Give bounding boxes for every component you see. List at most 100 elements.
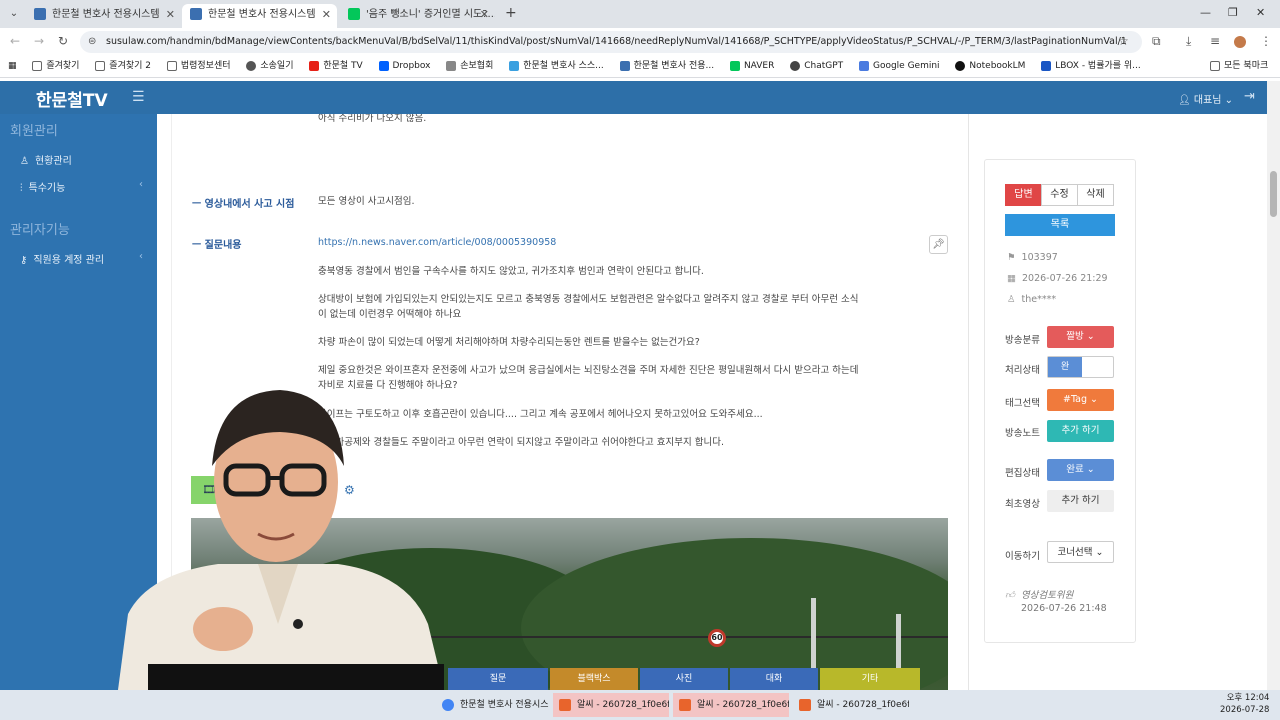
status-toggle[interactable]: 완 (1047, 356, 1114, 378)
post-id-value: 103397 (1021, 252, 1058, 263)
reviewer-name: 영상검토위원 (1020, 590, 1074, 601)
answer-button[interactable]: 답변 (1005, 184, 1042, 206)
bookmark-item[interactable]: 즐겨찾기 (32, 56, 79, 76)
browser-tab-1[interactable]: 한문철 변호사 전용시스템 ✕ (26, 4, 181, 28)
chrome-icon (442, 699, 454, 711)
bookmark-item[interactable]: 한문철 변호사 스스... (509, 56, 604, 76)
close-tab-icon[interactable]: ✕ (322, 4, 331, 26)
bookmark-label: 한문철 변호사 스스... (523, 61, 604, 71)
broadcast-note-button[interactable]: 추가 하기 (1047, 420, 1114, 442)
bookmark-item[interactable]: 손보협회 (446, 56, 493, 76)
apps-grid-icon[interactable]: ▦ (8, 56, 17, 76)
bookmark-label: Google Gemini (872, 61, 940, 71)
restore-icon[interactable]: ❐ (1228, 6, 1238, 19)
menu-toggle-icon[interactable]: ☰ (132, 89, 145, 105)
video-tab[interactable]: 질문 (448, 668, 548, 690)
taskbar-item[interactable]: 알씨 - 260728_1f0e6fe5- (673, 693, 789, 717)
post-action-panel: 답변 수정 삭제 목록 ⚑ 103397 ▦ 2026-07-26 21:29 ♙ t… (984, 159, 1136, 643)
bookmark-item[interactable]: 한문철 변호사 전용... (619, 56, 714, 76)
list-button[interactable]: 목록 (1005, 214, 1115, 236)
bookmark-item[interactable]: Dropbox (378, 56, 430, 76)
bookmark-item[interactable]: NotebookLM (955, 56, 1025, 76)
delete-button[interactable]: 삭제 (1077, 184, 1114, 206)
chatgpt-icon (790, 60, 801, 71)
tab-search-icon[interactable]: ⌄ (6, 6, 22, 22)
post-text: 아직 수리비가 나오지 않음. (318, 114, 427, 124)
app-logo[interactable]: 한문철TV (36, 86, 108, 111)
post-date: ▦ 2026-07-26 21:29 (1007, 273, 1108, 284)
bookmark-item[interactable]: NAVER (729, 56, 774, 76)
site-info-icon[interactable]: ⊜ (88, 31, 96, 53)
bookmark-label: 법령정보센터 (180, 61, 231, 71)
more-menu-icon[interactable]: ⋮ (1260, 34, 1272, 48)
user-menu[interactable]: 👤︎ 대표님 ⌄ (1178, 91, 1233, 106)
browser-tab-2[interactable]: 한문철 변호사 전용시스템 ✕ (182, 4, 337, 28)
sidebar-item-special[interactable]: ⫶ 특수기능 (20, 179, 65, 194)
scroll-thumb[interactable] (1270, 171, 1277, 217)
reviewer: 👍︎ 영상검토위원 (1005, 587, 1073, 601)
all-bookmarks[interactable]: 모든 북마크 (1210, 56, 1268, 76)
bookmark-item[interactable]: 소송일기 (246, 56, 293, 76)
lbox-icon (1041, 60, 1052, 71)
user-icon: 👤︎ (1178, 95, 1194, 106)
video-tab[interactable]: 블랙박스 (550, 668, 638, 690)
close-tab-icon[interactable]: ✕ (166, 4, 175, 26)
bookmark-item[interactable]: 즐겨찾기 2 (95, 56, 151, 76)
bookmark-item[interactable]: ChatGPT (790, 56, 843, 76)
logout-icon[interactable]: ⇥ (1244, 89, 1255, 104)
bookmark-item[interactable]: Google Gemini (858, 56, 940, 76)
tag-dropdown[interactable]: #Tag ⌄ (1047, 389, 1114, 411)
edit-button[interactable]: 수정 (1041, 184, 1078, 206)
first-video-button[interactable]: 추가 하기 (1047, 490, 1114, 512)
system-clock[interactable]: 오후 12:04 2026-07-28 (1220, 692, 1269, 716)
reload-icon[interactable]: ↻ (58, 34, 68, 48)
reading-list-icon[interactable]: ≡ (1210, 34, 1220, 48)
site-icon (509, 60, 520, 71)
new-tab-button[interactable]: + (505, 5, 517, 21)
folder-icon (166, 60, 177, 71)
review-date: 2026-07-26 21:48 (1021, 603, 1107, 614)
video-tab[interactable]: 사진 (640, 668, 728, 690)
download-icon[interactable]: ⤓ (1186, 34, 1191, 49)
question-link[interactable]: https://n.news.naver.com/article/008/000… (318, 235, 863, 250)
forward-icon[interactable]: → (34, 34, 44, 48)
row-label: 최초영상 (1005, 499, 1040, 510)
gemini-icon (858, 60, 869, 71)
back-icon[interactable]: ← (10, 34, 20, 48)
url-bar[interactable]: ⊜ susulaw.com/handmin/bdManage/viewConte… (80, 31, 1142, 53)
globe-icon (246, 60, 257, 71)
sidebar-item-status[interactable]: ♙ 현황관리 (20, 152, 72, 167)
tab-label: '음주 뺑소니' 증거인멸 시도?... (366, 9, 495, 20)
chevron-left-icon: ‹ (139, 251, 143, 262)
taskbar-item[interactable]: 한문철 변호사 전용시스 (436, 693, 557, 717)
question-paragraph: 차량 파손이 많이 되었는데 어떻게 처리해야하며 차량수리되는동안 렌트를 받… (318, 337, 700, 348)
user-icon: ♙ (1007, 294, 1016, 305)
profile-avatar[interactable] (1234, 36, 1246, 48)
presenter-overlay (118, 390, 444, 690)
close-tab-icon[interactable]: ✕ (480, 4, 489, 26)
video-tab[interactable]: 기타 (820, 668, 920, 690)
folder-icon (32, 60, 43, 71)
taskbar-label: 한문철 변호사 전용시스 (460, 700, 549, 710)
sidebar-item-staff-accounts[interactable]: ⚷ 직원용 계정 관리 (20, 251, 104, 266)
taskbar-item[interactable]: 알씨 - 260728_1f0e6fe5- (793, 693, 909, 717)
corner-select[interactable]: 코너선택 ⌄ (1047, 541, 1114, 563)
minimize-icon[interactable]: — (1200, 6, 1211, 19)
edit-status-dropdown[interactable]: 완료 ⌄ (1047, 459, 1114, 481)
taskbar-item[interactable]: 알씨 - 260728_1f0e6fe5- (553, 693, 669, 717)
taskbar-label: 알씨 - 260728_1f0e6fe5- (817, 700, 909, 710)
bookmark-item[interactable]: 법령정보센터 (166, 56, 231, 76)
video-tab[interactable]: 대화 (730, 668, 818, 690)
bookmark-star-icon[interactable]: ☆ (1118, 34, 1129, 48)
row-label: 방송분류 (1005, 335, 1040, 346)
page-scrollbar[interactable] (1267, 81, 1280, 690)
bookmark-item[interactable]: 한문철 TV (309, 56, 363, 76)
pin-icon[interactable]: 📌︎ (929, 235, 948, 254)
bookmark-item[interactable]: LBOX - 법률가를 위... (1041, 56, 1141, 76)
close-window-icon[interactable]: ✕ (1256, 6, 1265, 19)
extensions-icon[interactable]: ⧉ (1152, 34, 1161, 49)
field-value-accident-time: 모든 영상이 사고시점임. (318, 196, 415, 207)
bookmark-label: 소송일기 (260, 61, 294, 71)
browser-tab-3[interactable]: '음주 뺑소니' 증거인멸 시도?... ✕ (340, 4, 495, 28)
category-dropdown[interactable]: 짤방 ⌄ (1047, 326, 1114, 348)
